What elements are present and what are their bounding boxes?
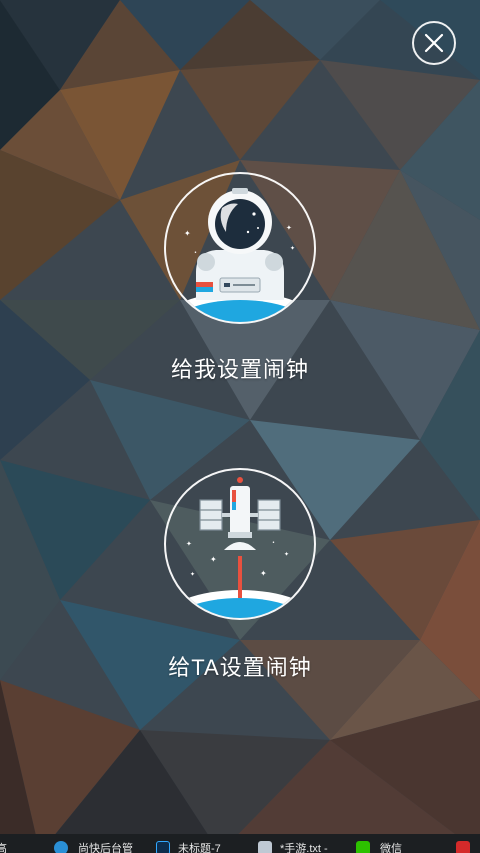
- astronaut-icon: ✦ ✦ ✦ •: [166, 188, 314, 322]
- notepad-icon: [258, 841, 272, 853]
- svg-text:✦: ✦: [186, 540, 192, 548]
- wechat-icon: [356, 841, 370, 853]
- close-button[interactable]: [412, 21, 456, 65]
- set-alarm-for-me-option[interactable]: ✦ ✦ ✦ • 给我设置闹钟: [0, 172, 480, 384]
- svg-text:✦: ✦: [184, 229, 191, 238]
- satellite-icon: ✦ ✦ ✦ ✦ ✦ •: [166, 477, 314, 618]
- svg-text:✦: ✦: [210, 555, 217, 564]
- photoshop-icon: [156, 841, 170, 853]
- svg-text:•: •: [272, 540, 275, 546]
- astronaut-circle[interactable]: ✦ ✦ ✦ •: [164, 172, 316, 324]
- svg-text:✦: ✦: [260, 569, 267, 578]
- svg-text:✦: ✦: [284, 551, 289, 558]
- svg-text:✦: ✦: [290, 245, 295, 252]
- taskbar: 高 尚快后台管 未标题-7 *手游.txt - 微信: [0, 834, 480, 853]
- option-label: 给我设置闹钟: [170, 357, 309, 382]
- option-label: 给TA设置闹钟: [168, 655, 312, 680]
- low-poly-background: [0, 0, 480, 853]
- svg-text:•: •: [194, 250, 197, 256]
- set-alarm-for-ta-option[interactable]: ✦ ✦ ✦ ✦ ✦ • 给TA设置闹钟: [0, 468, 480, 682]
- browser-icon: [54, 841, 68, 853]
- close-icon: [424, 33, 444, 53]
- satellite-circle[interactable]: ✦ ✦ ✦ ✦ ✦ •: [164, 468, 316, 620]
- app-icon: [456, 841, 470, 853]
- svg-text:✦: ✦: [286, 224, 292, 232]
- svg-text:✦: ✦: [190, 571, 195, 578]
